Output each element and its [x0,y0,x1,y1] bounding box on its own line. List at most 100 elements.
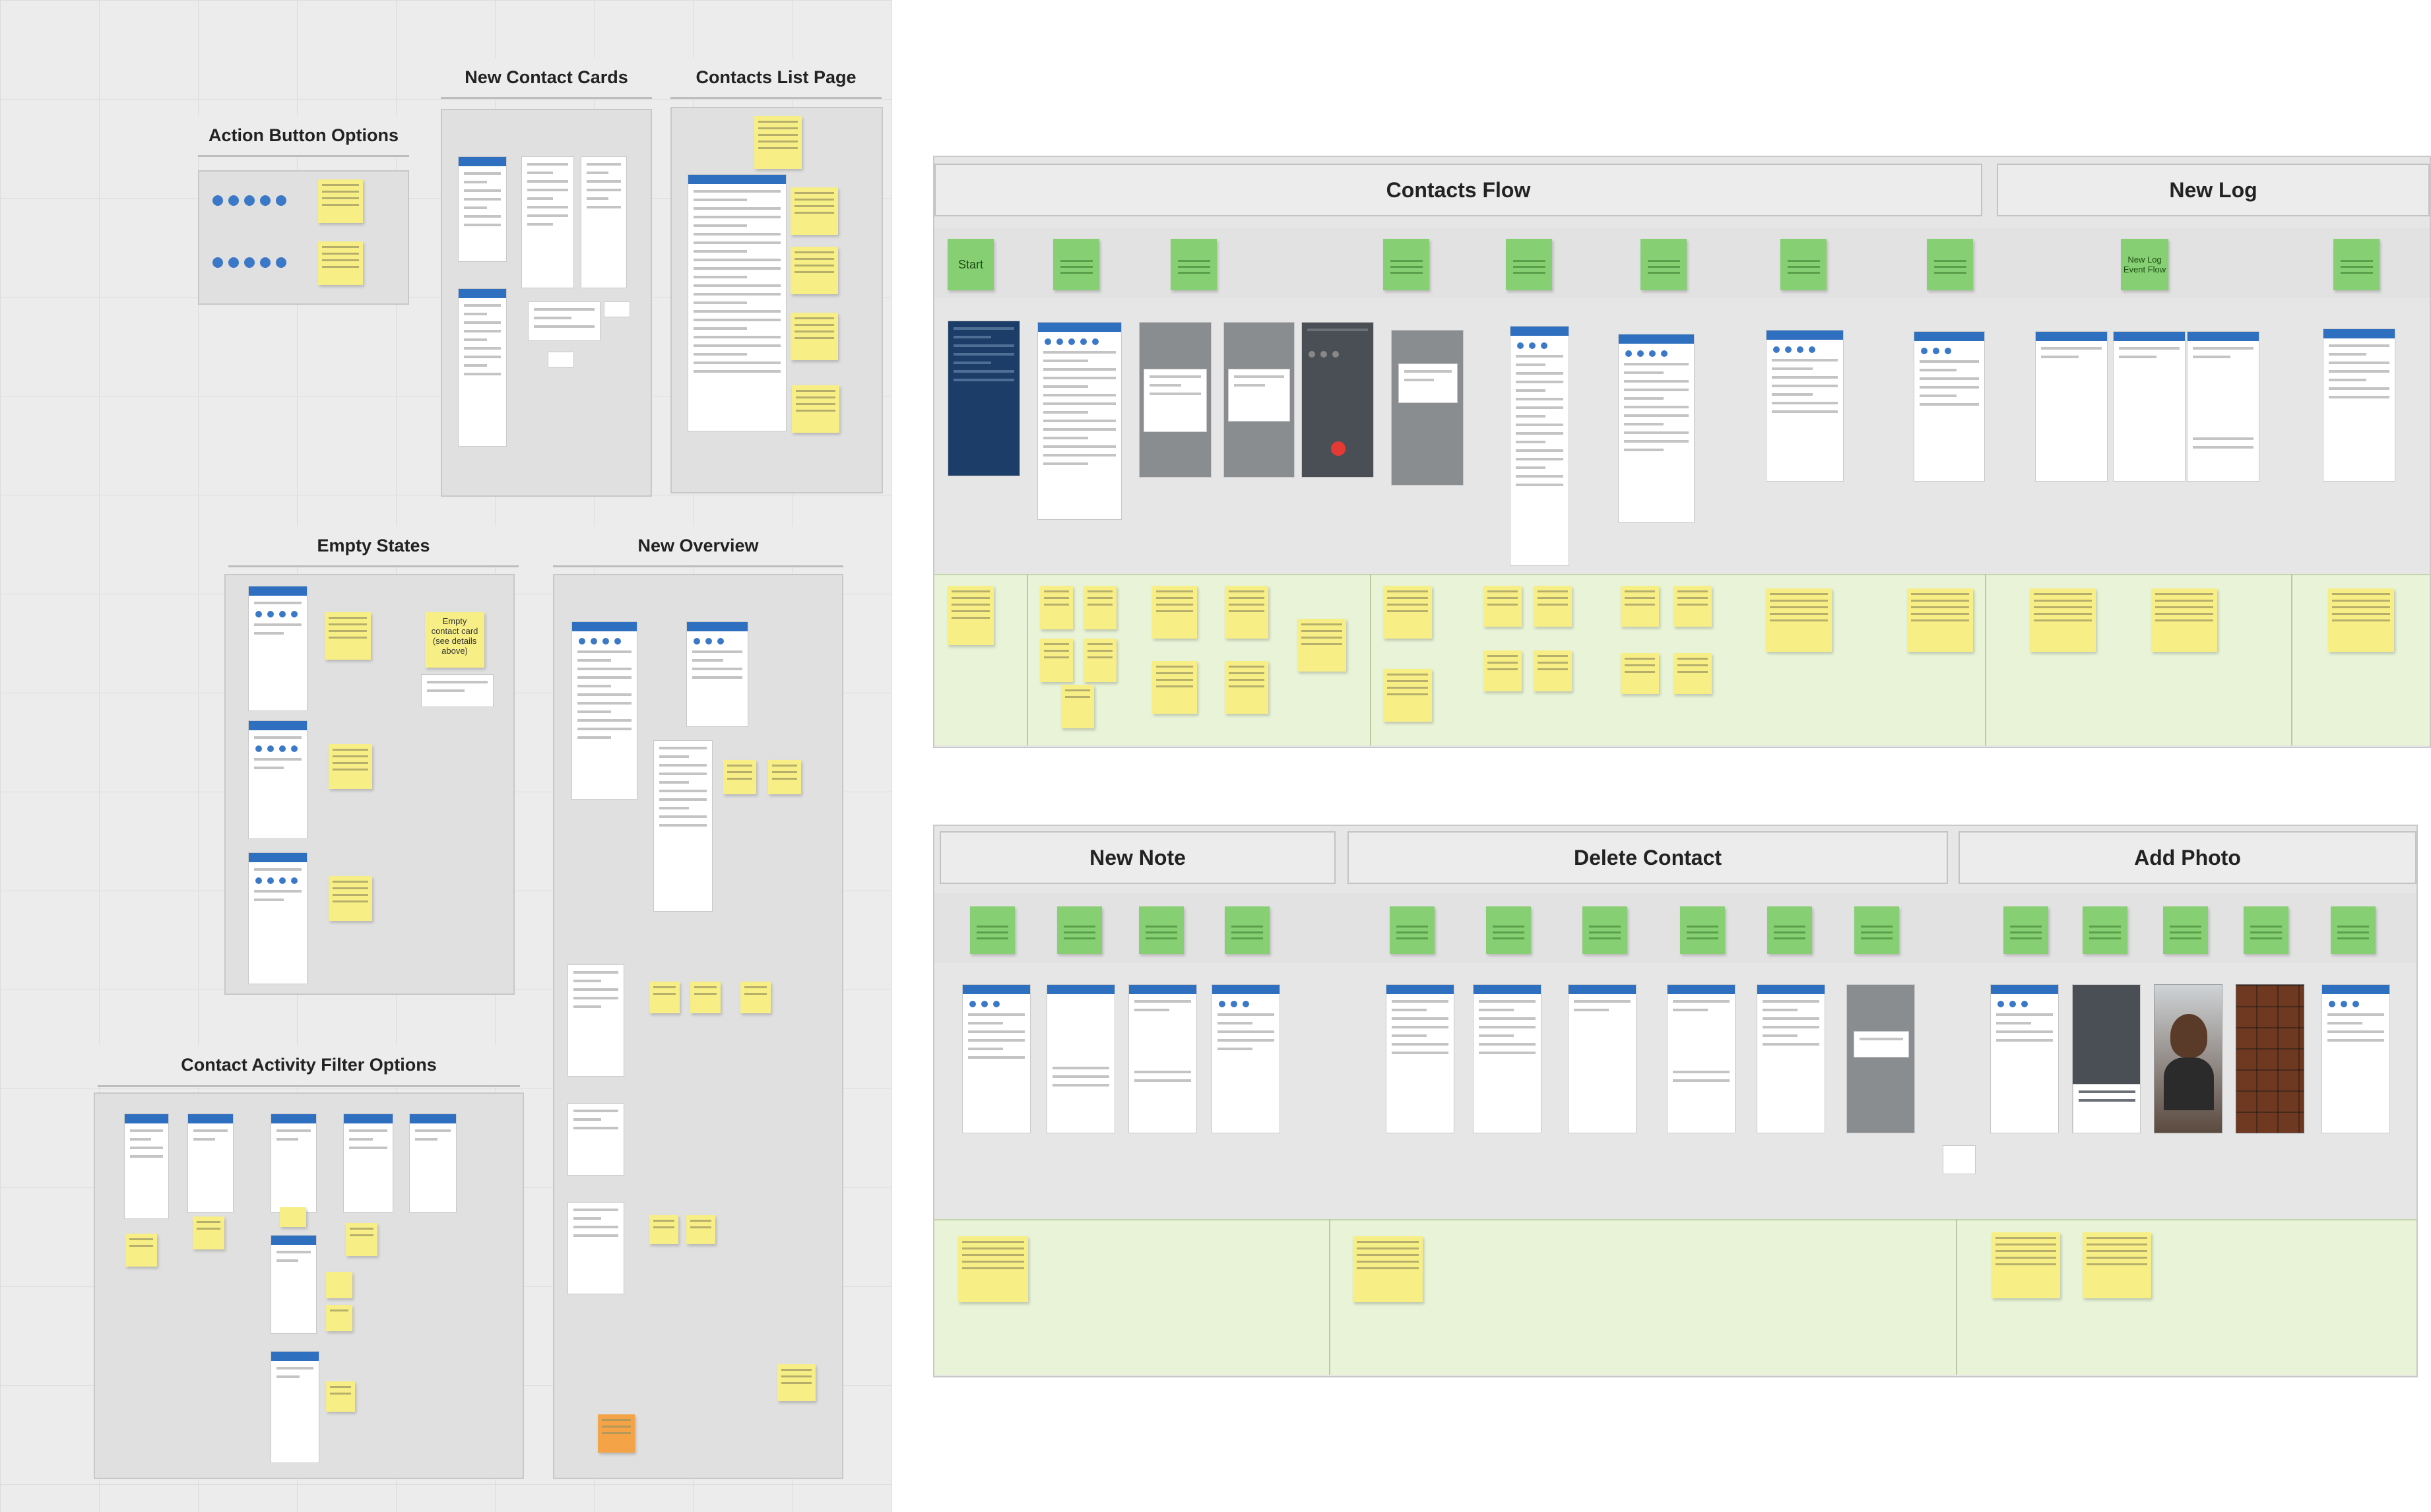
sticky-note[interactable] [1534,650,1572,691]
step-note[interactable] [1390,906,1435,954]
step-note[interactable] [1640,239,1687,290]
sticky-note[interactable] [1353,1236,1423,1302]
sticky-note[interactable] [1061,685,1094,728]
frame-empty-states[interactable]: Empty contact card (see details above) [224,574,515,995]
sticky-note[interactable] [1225,586,1268,639]
step-note[interactable] [1225,906,1270,954]
sticky-note[interactable] [2328,588,2394,652]
sticky-note[interactable] [791,187,838,235]
sticky-note[interactable] [754,116,802,169]
sticky-note[interactable] [777,1364,816,1401]
board-notes-delete-photo[interactable]: New Note Delete Contact Add Photo [933,825,2418,1377]
sticky-note[interactable] [791,313,838,360]
sticky-note[interactable] [1534,586,1572,627]
sticky-note[interactable] [1040,639,1073,682]
sticky-note[interactable] [1907,588,1973,652]
step-note[interactable] [1171,239,1217,290]
step-new-log-event-flow[interactable]: New Log Event Flow [2121,239,2168,290]
sticky-note[interactable] [958,1236,1028,1302]
frame-title-contact-activity-filter-options[interactable]: Contact Activity Filter Options [98,1045,520,1087]
sticky-note[interactable] [1621,653,1659,694]
sticky-note[interactable] [318,179,363,223]
sticky-note[interactable] [1673,586,1712,627]
sticky-note[interactable] [740,982,771,1013]
step-note[interactable] [2003,906,2048,954]
board-contacts-flow[interactable]: Contacts Flow New Log Start New Log Even… [933,156,2431,748]
sticky-note[interactable] [1297,619,1346,672]
sticky-note-orange[interactable] [598,1414,635,1453]
sticky-note[interactable] [280,1207,306,1227]
step-note[interactable] [2244,906,2288,954]
step-note[interactable] [1680,906,1725,954]
sticky-note[interactable] [329,744,372,789]
step-start[interactable]: Start [948,239,994,290]
frame-contacts-list-page[interactable] [670,107,883,493]
step-note[interactable] [1854,906,1899,954]
sticky-note[interactable] [791,247,838,294]
board-title-delete-contact[interactable]: Delete Contact [1347,831,1948,884]
sticky-note[interactable] [1084,586,1117,629]
sticky-note[interactable] [649,1215,678,1244]
step-note[interactable] [1767,906,1812,954]
sticky-note[interactable] [1084,639,1117,682]
sticky-note[interactable] [1383,669,1432,722]
step-note[interactable] [1582,906,1627,954]
sticky-note[interactable] [2083,1232,2151,1298]
sticky-note[interactable] [686,1215,715,1244]
sticky-note-empty-contact-card[interactable]: Empty contact card (see details above) [425,612,484,668]
sticky-note[interactable] [649,982,680,1013]
sticky-note[interactable] [792,385,839,433]
sticky-note[interactable] [1152,661,1197,714]
step-note[interactable] [1139,906,1184,954]
step-note[interactable] [1486,906,1531,954]
frame-title-new-overview[interactable]: New Overview [553,526,843,567]
sticky-note[interactable] [318,241,363,285]
frame-action-button-options[interactable] [198,170,409,305]
step-note[interactable] [2083,906,2127,954]
sticky-note[interactable] [326,1305,352,1331]
board-title-new-note[interactable]: New Note [940,831,1336,884]
step-note[interactable] [2331,906,2376,954]
sticky-note[interactable] [2151,588,2217,652]
frame-new-contact-cards[interactable] [441,109,652,497]
sticky-note[interactable] [1383,586,1432,639]
step-note[interactable] [2163,906,2208,954]
sticky-note[interactable] [2030,588,2096,652]
sticky-note[interactable] [193,1216,224,1249]
frame-title-empty-states[interactable]: Empty States [228,526,519,567]
sticky-note[interactable] [1483,650,1522,691]
frame-new-overview[interactable] [553,574,843,1479]
sticky-note[interactable] [1152,586,1197,639]
sticky-note[interactable] [768,760,801,794]
board-title-contacts-flow[interactable]: Contacts Flow [934,164,1982,216]
step-note[interactable] [1057,906,1102,954]
sticky-note[interactable] [690,982,721,1013]
sticky-note[interactable] [346,1223,377,1256]
step-note[interactable] [1927,239,1973,290]
step-note[interactable] [1506,239,1552,290]
sticky-note[interactable] [1483,586,1522,627]
board-title-add-photo[interactable]: Add Photo [1959,831,2416,884]
sticky-note[interactable] [125,1234,157,1267]
step-note[interactable] [2333,239,2380,290]
sticky-note[interactable] [1621,586,1659,627]
sticky-note[interactable] [723,760,756,794]
sticky-note[interactable] [1225,661,1268,714]
sticky-note[interactable] [1992,1232,2060,1298]
frame-title-contacts-list-page[interactable]: Contacts List Page [670,58,882,99]
frame-title-new-contact-cards[interactable]: New Contact Cards [441,58,652,99]
sticky-note[interactable] [329,876,372,921]
step-note[interactable] [1780,239,1827,290]
sticky-note[interactable] [1040,586,1073,629]
step-note[interactable] [1053,239,1099,290]
step-note[interactable] [1383,239,1429,290]
sticky-note[interactable] [1766,588,1832,652]
sticky-note[interactable] [948,586,994,645]
board-title-new-log[interactable]: New Log [1997,164,2430,216]
frame-contact-activity-filter-options[interactable] [94,1092,524,1479]
sticky-note[interactable] [1673,653,1712,694]
sticky-note[interactable] [325,612,371,660]
sticky-note[interactable] [326,1381,355,1412]
step-note[interactable] [970,906,1015,954]
sticky-note[interactable] [326,1272,352,1298]
